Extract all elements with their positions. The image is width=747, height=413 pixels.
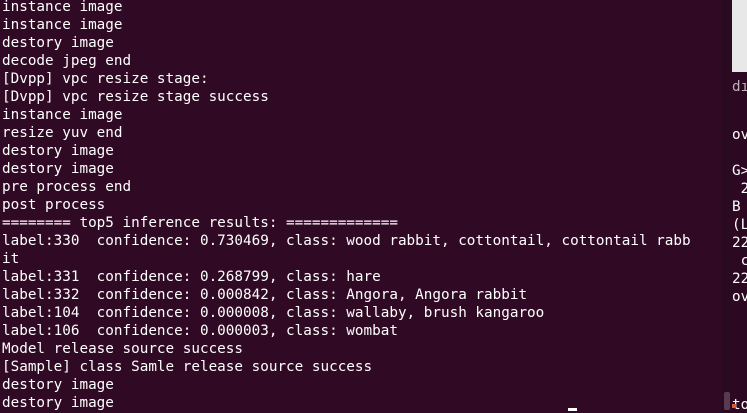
background-window-panel: [732, 0, 747, 72]
terminal-line: [Sample] class Samle release source succ…: [2, 359, 373, 375]
terminal-line: post process: [2, 197, 106, 213]
terminal-line: label:331 confidence: 0.268799, class: h…: [2, 269, 381, 285]
background-text: B: [732, 199, 741, 215]
background-text: ov: [732, 127, 747, 143]
terminal-line: label:104 confidence: 0.000008, class: w…: [2, 305, 545, 321]
background-text: (L: [732, 217, 747, 233]
terminal-line: destory image: [2, 377, 114, 393]
terminal-line: [Dvpp] vpc resize stage:: [2, 71, 209, 87]
terminal-line: pre process end: [2, 179, 132, 195]
background-window-titlebar: [732, 0, 747, 72]
background-text: c: [740, 253, 747, 269]
terminal-output: instance image instance image destory im…: [2, 0, 722, 412]
terminal-line: instance image: [2, 17, 123, 33]
window-resize-corner: [732, 404, 736, 408]
background-text: 22: [732, 235, 747, 251]
terminal-line: ======== top5 inference results: =======…: [2, 215, 398, 231]
terminal-line: destory image: [2, 143, 114, 159]
terminal-line: instance image: [2, 0, 123, 15]
terminal-line: label:106 confidence: 0.000003, class: w…: [2, 323, 398, 339]
terminal-line: instance image: [2, 107, 123, 123]
background-text: dı: [732, 79, 747, 95]
terminal-line: decode jpeg end: [2, 53, 132, 69]
background-text: 22: [732, 271, 747, 287]
terminal-line: destory image: [2, 35, 114, 51]
text-cursor: [568, 408, 577, 411]
background-text: G>: [732, 163, 747, 179]
background-terminal-window[interactable]: dı ov G> 2 B (L 22 c 22 ov to: [732, 0, 747, 413]
terminal-line: destory image: [2, 395, 114, 411]
terminal-line: label:330 confidence: 0.730469, class: w…: [2, 233, 691, 249]
background-text: 2: [740, 181, 747, 197]
desktop-screen: instance image instance image destory im…: [0, 0, 747, 413]
scrollbar-thumb[interactable]: [724, 392, 730, 410]
terminal-line: destory image: [2, 161, 114, 177]
terminal-window[interactable]: instance image instance image destory im…: [0, 0, 722, 413]
background-text: ov: [732, 289, 747, 305]
terminal-line: [Dvpp] vpc resize stage success: [2, 89, 269, 105]
terminal-line: it: [2, 251, 20, 267]
terminal-line: label:332 confidence: 0.000842, class: A…: [2, 287, 528, 303]
terminal-scrollbar[interactable]: [722, 0, 732, 413]
terminal-line: Model release source success: [2, 341, 244, 357]
terminal-line: resize yuv end: [2, 125, 123, 141]
